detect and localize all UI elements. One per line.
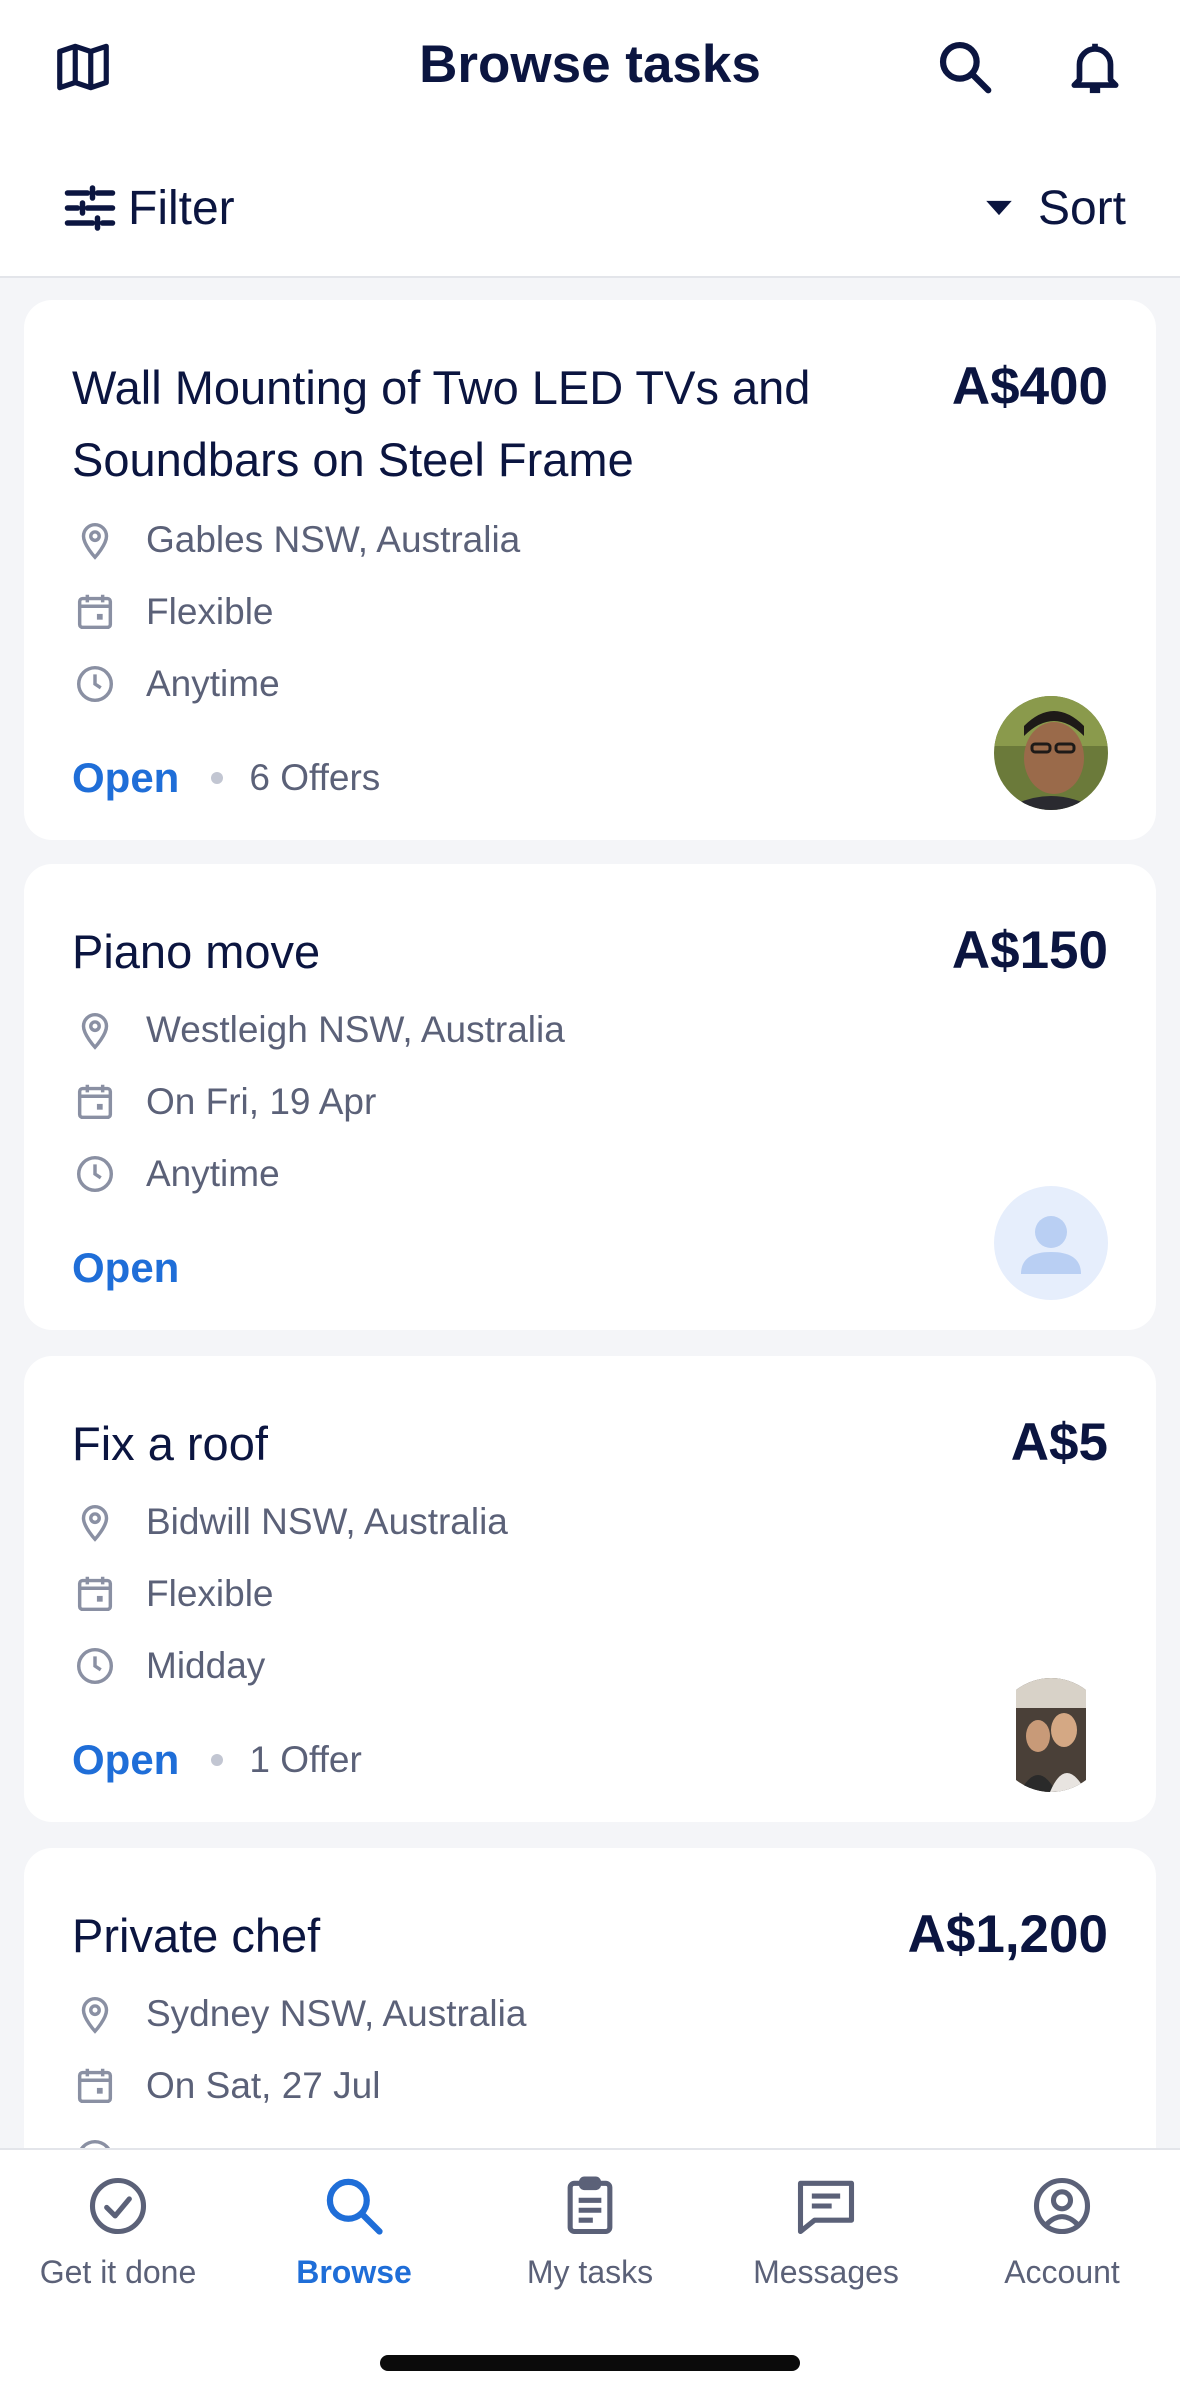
filter-button[interactable]: Filter [60, 176, 235, 240]
location-pin-icon [81, 1997, 109, 2034]
task-location: Bidwill NSW, Australia [72, 1492, 508, 1552]
clock-icon [76, 1647, 114, 1685]
map-icon[interactable] [52, 36, 114, 98]
task-date: Flexible [72, 1564, 274, 1624]
status-label: Open [72, 1736, 180, 1783]
avatar[interactable] [994, 1678, 1108, 1792]
task-time: Anytime [72, 654, 280, 714]
sort-button[interactable]: Sort [982, 176, 1126, 240]
task-price: A$400 [951, 357, 1108, 416]
offers-count: 1 Offer [249, 1739, 362, 1780]
avatar-placeholder[interactable] [994, 1186, 1108, 1300]
task-status-row: Open [72, 1238, 179, 1298]
task-title: Private chef [72, 1909, 321, 1962]
nav-account[interactable]: Account [944, 2172, 1180, 2332]
nav-label: Account [1004, 2254, 1120, 2290]
clock-icon [80, 2139, 110, 2148]
calendar-icon [77, 594, 113, 630]
task-time: Anytime [72, 1144, 280, 1204]
task-list[interactable]: Wall Mounting of Two LED TVs and Soundba… [0, 278, 1180, 2148]
nav-get-it-done[interactable]: Get it done [0, 2172, 236, 2332]
account-icon [1033, 2177, 1091, 2235]
avatar[interactable] [994, 696, 1108, 810]
nav-label: Get it done [39, 2254, 197, 2290]
task-date: Flexible [72, 582, 274, 642]
message-icon [797, 2180, 855, 2235]
check-circle-icon [89, 2177, 147, 2235]
task-time: Midday [72, 1636, 265, 1696]
sliders-icon [64, 185, 116, 231]
clock-icon [76, 1155, 114, 1193]
task-price: A$1,200 [907, 1905, 1108, 1964]
location-pin-icon [81, 1013, 109, 1050]
status-label: Open [72, 1244, 180, 1291]
nav-messages[interactable]: Messages [708, 2172, 944, 2332]
calendar-icon [77, 1084, 113, 1120]
task-time [72, 2128, 118, 2148]
task-location: Gables NSW, Australia [72, 510, 520, 570]
nav-label: Browse [296, 2254, 412, 2290]
separator-dot [211, 772, 224, 784]
calendar-icon [77, 1576, 113, 1612]
clock-icon [76, 665, 114, 703]
top-app-bar: Browse tasks [0, 0, 1180, 140]
home-indicator[interactable] [380, 2355, 800, 2371]
task-title: Fix a roof [72, 1417, 268, 1470]
task-card[interactable]: Private chef A$1,200 Sydney NSW, Austral… [24, 1848, 1156, 2148]
nav-label: Messages [753, 2254, 899, 2290]
nav-label: My tasks [526, 2254, 654, 2290]
task-price: A$150 [951, 921, 1108, 980]
search-icon [326, 2178, 383, 2235]
page-title: Browse tasks [419, 35, 761, 94]
task-location: Sydney NSW, Australia [72, 1984, 526, 2044]
nav-my-tasks[interactable]: My tasks [472, 2172, 708, 2332]
filter-bar: Filter Sort [0, 140, 1180, 278]
separator-dot [211, 1754, 224, 1766]
location-pin-icon [81, 523, 109, 560]
location-pin-icon [81, 1505, 109, 1542]
task-location: Westleigh NSW, Australia [72, 1000, 565, 1060]
task-card[interactable]: Fix a roof A$5 Bidwill NSW, Australia Fl… [24, 1356, 1156, 1822]
clipboard-icon [567, 2176, 613, 2235]
task-date: On Fri, 19 Apr [72, 1072, 376, 1132]
calendar-icon [77, 2068, 113, 2104]
task-price: A$5 [1010, 1413, 1108, 1472]
task-status-row: Open 6 Offers [72, 748, 380, 808]
sort-label: Sort [1037, 181, 1126, 235]
task-card[interactable]: Piano move A$150 Westleigh NSW, Australi… [24, 864, 1156, 1330]
user-icon [1021, 1216, 1081, 1274]
task-date: On Sat, 27 Jul [72, 2056, 380, 2116]
task-title: Wall Mounting of Two LED TVs and Soundba… [72, 361, 811, 486]
task-status-row: Open 1 Offer [72, 1730, 362, 1790]
search-icon[interactable] [934, 36, 996, 98]
offers-count: 6 Offers [249, 757, 381, 798]
nav-browse[interactable]: Browse [236, 2172, 472, 2332]
status-label: Open [72, 754, 180, 801]
task-card[interactable]: Wall Mounting of Two LED TVs and Soundba… [24, 300, 1156, 840]
bell-icon[interactable] [1064, 36, 1126, 98]
filter-label: Filter [128, 181, 235, 235]
task-title: Piano move [72, 925, 321, 978]
caret-down-icon [986, 200, 1012, 216]
